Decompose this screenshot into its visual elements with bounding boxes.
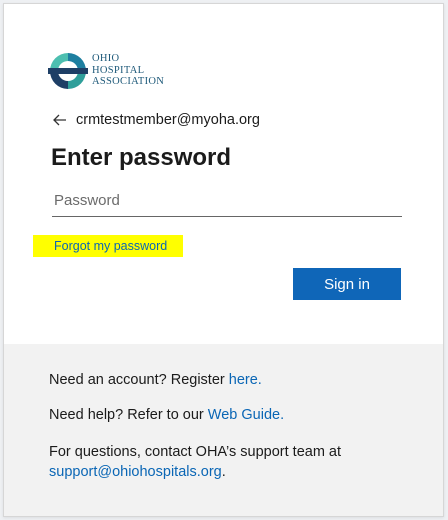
oha-logo: Ohio Hospital Association	[48, 51, 188, 93]
support-line: For questions, contact OHA’s support tea…	[49, 444, 342, 460]
sign-in-panel: Ohio Hospital Association crmtestmember@…	[4, 4, 443, 344]
account-email: crmtestmember@myoha.org	[76, 112, 260, 128]
help-footer: Need an account? Register here. Need hel…	[4, 344, 443, 516]
logo-line-2: Hospital	[92, 64, 145, 76]
oha-logo-wordmark: Ohio Hospital Association	[92, 53, 164, 88]
sign-in-button[interactable]: Sign in	[293, 268, 401, 300]
logo-line-1: Ohio	[92, 53, 120, 64]
web-guide-link[interactable]: Web Guide.	[208, 407, 284, 423]
help-text: Need help? Refer to our	[49, 407, 208, 423]
forgot-password-link[interactable]: Forgot my password	[33, 235, 183, 257]
page-title: Enter password	[51, 144, 232, 171]
account-identity: crmtestmember@myoha.org	[52, 109, 260, 131]
support-email-link[interactable]: support@ohiohospitals.org	[49, 464, 222, 480]
logo-line-3: Association	[92, 76, 165, 87]
arrow-left-icon	[53, 114, 66, 126]
support-email-line: support@ohiohospitals.org.	[49, 462, 226, 482]
sign-in-card: Ohio Hospital Association crmtestmember@…	[3, 3, 444, 517]
password-field[interactable]	[52, 185, 402, 217]
register-text: Need an account? Register	[49, 372, 229, 388]
oha-logo-mark-icon	[48, 53, 88, 89]
register-link[interactable]: here.	[229, 372, 262, 388]
help-line: Need help? Refer to our Web Guide.	[49, 405, 284, 425]
register-line: Need an account? Register here.	[49, 370, 262, 390]
support-suffix: .	[221, 464, 226, 480]
back-button[interactable]	[52, 112, 68, 128]
